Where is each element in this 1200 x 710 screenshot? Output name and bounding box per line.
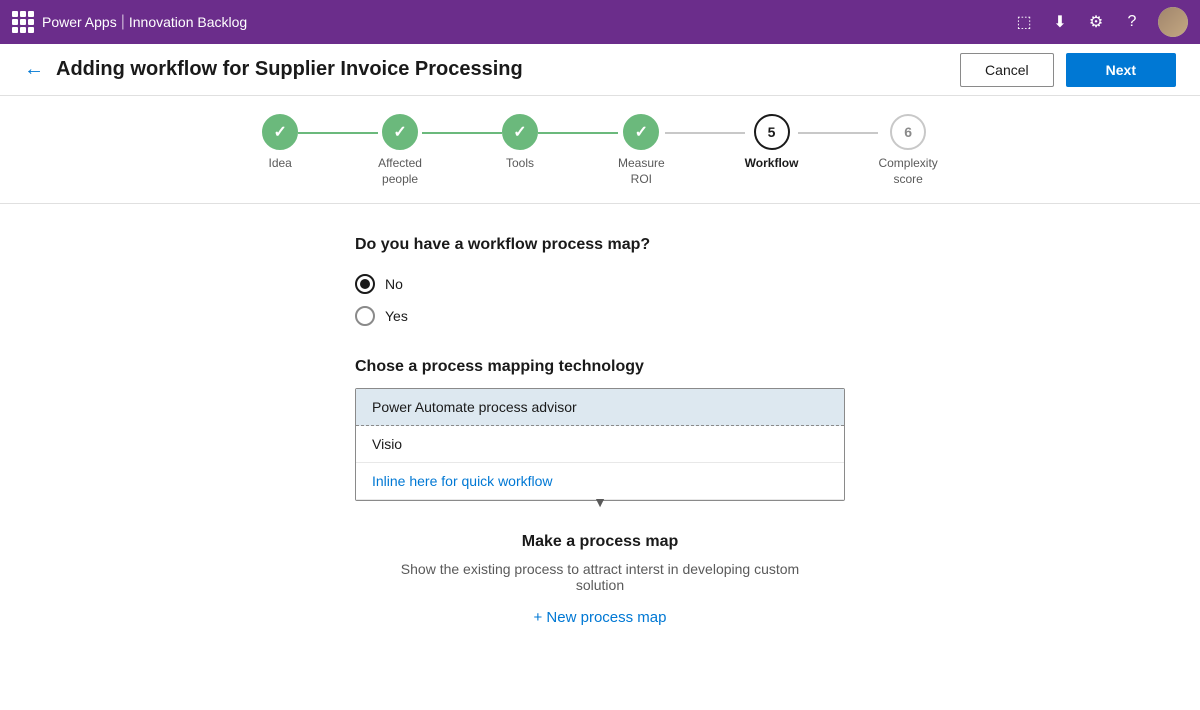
step-circle-roi: ✓ (623, 114, 659, 150)
back-button[interactable]: ← (24, 58, 44, 81)
dropdown-option-visio[interactable]: Visio (356, 426, 844, 463)
page-header: ← Adding workflow for Supplier Invoice P… (0, 44, 1200, 96)
page-title: Adding workflow for Supplier Invoice Pro… (56, 58, 523, 81)
download-icon[interactable]: ⬇ (1050, 12, 1070, 32)
step-workflow[interactable]: 5 Workflow (745, 114, 799, 172)
step-tools[interactable]: ✓ Tools (502, 114, 538, 172)
step-label-workflow: Workflow (745, 156, 799, 172)
screen-icon[interactable]: ⬚ (1014, 12, 1034, 32)
radio-yes[interactable]: Yes (355, 306, 845, 326)
process-map-section: Make a process map Show the existing pro… (380, 533, 820, 626)
process-map-title: Make a process map (522, 533, 679, 551)
connector-1-2 (298, 132, 378, 134)
topbar-separator: | (121, 13, 125, 31)
step-label-complexity: Complexityscore (878, 156, 937, 187)
step-circle-tools: ✓ (502, 114, 538, 150)
dropdown-arrow-icon: ▼ (593, 494, 607, 510)
step-label-roi: MeasureROI (618, 156, 665, 187)
help-icon[interactable]: ? (1122, 12, 1142, 32)
step-circle-affected: ✓ (382, 114, 418, 150)
process-tech-title: Chose a process mapping technology (355, 358, 845, 376)
step-measure-roi[interactable]: ✓ MeasureROI (618, 114, 665, 187)
checkmark-icon-3: ✓ (513, 122, 526, 142)
connector-2-3 (422, 132, 502, 134)
connector-3-4 (538, 132, 618, 134)
radio-no[interactable]: No (355, 274, 845, 294)
checkmark-icon: ✓ (273, 122, 286, 142)
avatar[interactable] (1158, 7, 1188, 37)
radio-label-yes: Yes (385, 308, 408, 324)
next-button[interactable]: Next (1066, 53, 1176, 87)
new-process-link[interactable]: + New process map (534, 609, 667, 626)
step-label-tools: Tools (506, 156, 534, 172)
connector-5-6 (798, 132, 878, 134)
workflow-question: Do you have a workflow process map? (355, 236, 845, 254)
topbar: Power Apps | Innovation Backlog ⬚ ⬇ ⚙ ? (0, 0, 1200, 44)
stepper: ✓ Idea ✓ Affectedpeople ✓ Tools ✓ Measur… (0, 96, 1200, 204)
step-idea[interactable]: ✓ Idea (262, 114, 298, 172)
process-tech-dropdown[interactable]: Power Automate process advisor Visio Inl… (355, 388, 845, 501)
radio-outer-no (355, 274, 375, 294)
radio-group-workflow: No Yes (355, 274, 845, 326)
radio-outer-yes (355, 306, 375, 326)
main-content: Do you have a workflow process map? No Y… (0, 204, 1200, 658)
process-map-description: Show the existing process to attract int… (380, 561, 820, 593)
cancel-button[interactable]: Cancel (960, 53, 1054, 87)
step-circle-workflow: 5 (754, 114, 790, 150)
radio-label-no: No (385, 276, 403, 292)
radio-inner-no (360, 279, 370, 289)
topbar-icons: ⬚ ⬇ ⚙ ? (1014, 7, 1188, 37)
step-complexity[interactable]: 6 Complexityscore (878, 114, 937, 187)
grid-menu-button[interactable] (12, 11, 34, 33)
step-label-affected: Affectedpeople (378, 156, 422, 187)
step-circle-idea: ✓ (262, 114, 298, 150)
step-circle-complexity: 6 (890, 114, 926, 150)
checkmark-icon-4: ✓ (635, 122, 648, 142)
settings-icon[interactable]: ⚙ (1086, 12, 1106, 32)
dropdown-selected-option[interactable]: Power Automate process advisor (356, 389, 844, 426)
grid-icon (12, 11, 34, 33)
step-affected-people[interactable]: ✓ Affectedpeople (378, 114, 422, 187)
checkmark-icon-2: ✓ (393, 122, 406, 142)
topbar-project-name: Innovation Backlog (129, 14, 247, 30)
topbar-app-name: Power Apps (42, 14, 117, 30)
connector-4-5 (665, 132, 745, 134)
step-label-idea: Idea (268, 156, 291, 172)
